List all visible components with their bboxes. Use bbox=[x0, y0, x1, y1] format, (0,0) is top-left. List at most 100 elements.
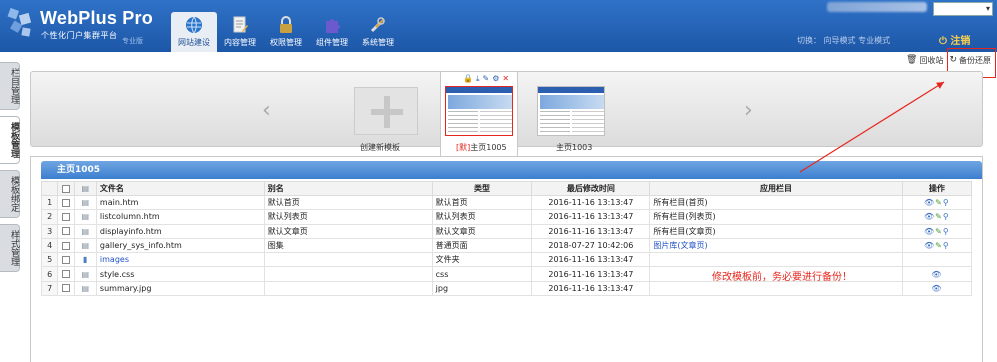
row-number: 5 bbox=[40, 252, 59, 268]
app-title: WebPlus Pro bbox=[40, 8, 153, 28]
settings-icon[interactable]: ⚙ bbox=[492, 74, 499, 84]
table-row[interactable]: 5 ▮ images 文件夹 2016-11-16 13:13:47 bbox=[40, 252, 973, 268]
search-icon[interactable]: ⚲ bbox=[943, 212, 950, 221]
table-row[interactable]: 4 ▤ gallery_sys_info.htm 图集 普通页面 2018-07-27 1… bbox=[40, 237, 973, 254]
row-number: 6 bbox=[40, 266, 59, 282]
close-icon[interactable]: ✕ bbox=[502, 74, 509, 84]
power-icon: ⏻ bbox=[939, 36, 951, 47]
edit-icon[interactable]: ✎ bbox=[483, 74, 490, 84]
column-header[interactable]: 应用栏目 bbox=[649, 181, 903, 196]
file-icon: ▤ bbox=[81, 198, 89, 208]
file-name[interactable]: listcolumn.htm bbox=[95, 209, 265, 225]
nav-label: 权限管理 bbox=[270, 38, 302, 47]
chevron-down-icon: ▾ bbox=[985, 4, 990, 13]
side-tab-templates[interactable]: 模板管理 bbox=[0, 116, 20, 164]
chevron-right-icon[interactable]: › bbox=[744, 98, 753, 123]
nav-item-system[interactable]: 系统管理 bbox=[355, 12, 401, 50]
backup-warning-note: 修改模板前，务必要进行备份！ bbox=[712, 272, 852, 283]
side-tab-columns[interactable]: 栏目管理 bbox=[0, 62, 20, 110]
select-all-checkbox[interactable] bbox=[61, 184, 70, 193]
folder-icon: ▮ bbox=[83, 255, 88, 265]
nav-item-permissions[interactable]: 权限管理 bbox=[263, 12, 309, 50]
row-checkbox[interactable] bbox=[61, 241, 70, 250]
file-name-text: main.htm bbox=[99, 198, 139, 208]
side-tab-template-binding[interactable]: 模板绑定 bbox=[0, 170, 20, 218]
file-name[interactable]: style.css bbox=[95, 266, 265, 282]
file-type: jpg bbox=[431, 280, 533, 297]
file-name[interactable]: images bbox=[95, 252, 265, 268]
row-checkbox[interactable] bbox=[61, 212, 70, 221]
mode-switch[interactable]: 切换： 向导模式 专业模式 bbox=[797, 35, 890, 46]
file-name-text: summary.jpg bbox=[99, 283, 152, 293]
table-row[interactable]: 7 ▤ summary.jpg jpg 2016-11-16 13:13:47 👁 bbox=[40, 280, 973, 297]
row-checkbox[interactable] bbox=[61, 255, 70, 264]
edit-icon[interactable]: ✎ bbox=[935, 227, 943, 236]
file-icon: ▤ bbox=[81, 212, 89, 222]
file-type: 文件夹 bbox=[431, 252, 533, 268]
column-header[interactable]: 最后修改时间 bbox=[531, 181, 651, 196]
row-select-cell bbox=[57, 223, 75, 239]
row-checkbox[interactable] bbox=[61, 227, 70, 236]
nav-item-components[interactable]: 组件管理 bbox=[309, 12, 355, 50]
row-select-cell bbox=[57, 209, 75, 225]
view-icon[interactable]: 👁 bbox=[931, 284, 942, 293]
row-checkbox[interactable] bbox=[61, 198, 70, 207]
nav-label: 网站建设 bbox=[178, 38, 210, 47]
recycle-bin-button[interactable]: 🗑 回收站 bbox=[906, 55, 943, 66]
edit-icon[interactable]: ✎ bbox=[935, 198, 943, 207]
row-select-cell bbox=[57, 194, 75, 211]
column-header[interactable]: 别名 bbox=[263, 181, 433, 196]
globe-icon bbox=[186, 16, 202, 34]
file-modified-time: 2016-11-16 13:13:47 bbox=[531, 280, 651, 297]
applied-column-text[interactable]: 图片库(文章页) bbox=[653, 241, 707, 250]
row-checkbox[interactable] bbox=[61, 270, 70, 279]
view-icon[interactable]: 👁 bbox=[924, 241, 935, 250]
row-select-cell bbox=[57, 280, 75, 297]
table-row[interactable]: 3 ▤ displayinfo.htm 默认文章页 默认文章页 2016-11-16 13… bbox=[40, 223, 973, 239]
column-header[interactable]: 类型 bbox=[431, 181, 533, 196]
view-icon[interactable]: 👁 bbox=[931, 270, 942, 279]
file-name[interactable]: main.htm bbox=[95, 194, 265, 211]
chevron-left-icon[interactable]: ‹ bbox=[262, 98, 271, 123]
user-info bbox=[827, 2, 927, 12]
search-icon[interactable]: ⚲ bbox=[943, 198, 950, 207]
site-select[interactable]: ▾ bbox=[933, 2, 993, 16]
side-tab-styles[interactable]: 样式管理 bbox=[0, 224, 20, 272]
file-type: 默认文章页 bbox=[431, 223, 533, 239]
logout-button[interactable]: ⏻ 注销 bbox=[939, 32, 970, 47]
row-select-cell bbox=[57, 237, 75, 254]
row-checkbox[interactable] bbox=[61, 284, 70, 293]
table-row[interactable]: 2 ▤ listcolumn.htm 默认列表页 默认列表页 2016-11-16 13:… bbox=[40, 209, 973, 225]
view-icon[interactable]: 👁 bbox=[924, 212, 935, 221]
create-template-button[interactable] bbox=[354, 87, 418, 135]
app-subtitle: 个性化门户集群平台 bbox=[41, 31, 118, 40]
nav-item-content[interactable]: 内容管理 bbox=[217, 12, 263, 50]
view-icon[interactable]: 👁 bbox=[924, 198, 935, 207]
search-icon[interactable]: ⚲ bbox=[943, 241, 950, 250]
applied-column bbox=[649, 280, 903, 297]
applied-column: 图片库(文章页) bbox=[649, 237, 903, 254]
view-icon[interactable]: 👁 bbox=[924, 227, 935, 236]
file-type: 默认首页 bbox=[431, 194, 533, 211]
document-edit-icon bbox=[233, 16, 248, 33]
edit-icon[interactable]: ✎ bbox=[935, 212, 943, 221]
row-number: 2 bbox=[40, 209, 59, 225]
applied-column: 所有栏目(列表页) bbox=[649, 209, 903, 225]
edit-icon[interactable]: ✎ bbox=[935, 241, 943, 250]
template-thumbnail[interactable] bbox=[445, 86, 513, 136]
file-name[interactable]: gallery_sys_info.htm bbox=[95, 237, 265, 254]
file-name-text[interactable]: images bbox=[100, 255, 129, 264]
search-icon[interactable]: ⚲ bbox=[943, 227, 950, 236]
applied-column: 所有栏目(首页) bbox=[649, 194, 903, 211]
lock-icon[interactable]: 🔒 bbox=[463, 74, 473, 84]
table-row[interactable]: 1 ▤ main.htm 默认首页 默认首页 2016-11-16 13:13:47 所有栏… bbox=[40, 194, 973, 211]
column-header[interactable]: 文件名 bbox=[95, 181, 265, 196]
export-icon[interactable]: ⤓ bbox=[476, 74, 480, 84]
file-modified-time: 2016-11-16 13:13:47 bbox=[531, 194, 651, 211]
template-thumbnail[interactable] bbox=[537, 86, 605, 136]
file-name[interactable]: displayinfo.htm bbox=[95, 223, 265, 239]
file-name[interactable]: summary.jpg bbox=[95, 280, 265, 297]
select-all-header bbox=[57, 181, 75, 196]
nav-item-site-build[interactable]: 网站建设 bbox=[171, 12, 217, 52]
row-number-header bbox=[40, 181, 59, 196]
